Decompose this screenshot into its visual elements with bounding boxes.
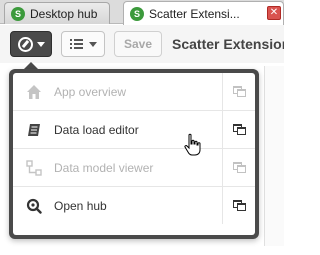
list-icon bbox=[69, 39, 84, 49]
chevron-down-icon bbox=[88, 41, 97, 47]
navigation-menu-button[interactable] bbox=[10, 31, 52, 57]
menu-item-data-load-editor[interactable]: Data load editor bbox=[13, 111, 255, 149]
close-tab-icon[interactable]: ✕ bbox=[267, 6, 281, 20]
hand-cursor-icon bbox=[184, 133, 201, 156]
tab-label: Desktop hub bbox=[30, 6, 98, 21]
compass-icon bbox=[17, 36, 33, 52]
new-tab-icon bbox=[232, 200, 246, 211]
menu-item-app-overview[interactable]: App overview bbox=[13, 73, 255, 111]
qlik-favicon-icon: S bbox=[130, 6, 144, 21]
new-tab-icon bbox=[232, 124, 246, 135]
save-button[interactable]: Save bbox=[114, 31, 162, 57]
app-title: Scatter Extension bbox=[172, 36, 284, 52]
tab-label: Scatter Extensi... bbox=[149, 6, 240, 21]
tab-desktop-hub[interactable]: S Desktop hub bbox=[4, 2, 110, 24]
open-in-new-tab-button[interactable] bbox=[222, 187, 255, 224]
global-menu-button[interactable] bbox=[61, 31, 105, 57]
new-tab-icon bbox=[232, 86, 246, 97]
data-model-icon bbox=[26, 160, 42, 176]
open-in-new-tab-button[interactable] bbox=[222, 111, 255, 148]
menu-item-label: Data model viewer bbox=[54, 161, 154, 175]
open-in-new-tab-button[interactable] bbox=[222, 149, 255, 186]
menu-item-label: Data load editor bbox=[54, 123, 139, 137]
navigation-popup: App overview Data load editor Data model… bbox=[9, 69, 259, 239]
navigation-menu: App overview Data load editor Data model… bbox=[13, 73, 255, 235]
open-in-new-tab-button[interactable] bbox=[222, 73, 255, 110]
chevron-down-icon bbox=[36, 41, 45, 47]
script-icon bbox=[28, 124, 40, 136]
browser-tab-strip: S Desktop hub S Scatter Extensi... ✕ bbox=[0, 0, 284, 25]
hub-search-icon bbox=[26, 198, 42, 214]
menu-item-label: Open hub bbox=[54, 199, 107, 213]
qlik-favicon-icon: S bbox=[11, 6, 25, 21]
tab-scatter-extension[interactable]: S Scatter Extensi... ✕ bbox=[123, 1, 284, 25]
menu-item-data-model-viewer[interactable]: Data model viewer bbox=[13, 149, 255, 187]
new-tab-icon bbox=[232, 162, 246, 173]
menu-item-open-hub[interactable]: Open hub bbox=[13, 187, 255, 225]
menu-item-label: App overview bbox=[54, 85, 127, 99]
home-icon bbox=[27, 85, 41, 99]
app-toolbar: Save Scatter Extension bbox=[0, 25, 284, 63]
background-panel bbox=[264, 66, 284, 246]
